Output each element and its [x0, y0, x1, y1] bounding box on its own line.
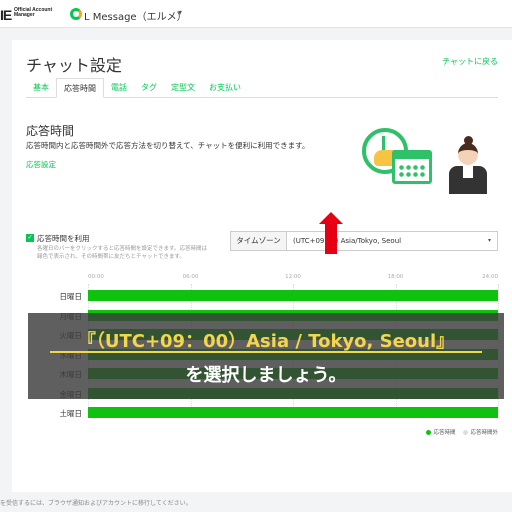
operator-avatar	[458, 143, 478, 165]
legend: 応答時間 応答時間外	[426, 428, 498, 436]
day-label: 土曜日	[59, 409, 83, 418]
schedule-hint: 各曜日のバーをクリックすると応答時間を設定できます。応答時間は 緑色で表示され、…	[37, 246, 207, 260]
legend-label: 応答時間	[433, 430, 456, 436]
day-hours-bar[interactable]	[88, 407, 498, 418]
caption-line-2: を選択しましょう。	[185, 365, 347, 386]
legend-item-on: 応答時間	[426, 428, 455, 436]
tutorial-caption: 『（UTC+09：00）Asia / Tokyo, Seoul』 を選択しましょ…	[28, 313, 504, 399]
response-settings-link[interactable]: 応答設定	[26, 159, 56, 170]
time-tick: 06:00	[182, 274, 199, 280]
red-arrow-shaft	[325, 222, 337, 254]
chevron-down-icon[interactable]: ▾	[488, 232, 491, 250]
tab-response-hours[interactable]: 応答時間	[56, 78, 104, 98]
legend-item-off: 応答時間外	[463, 428, 498, 436]
tab-basic[interactable]: 基本	[26, 78, 56, 98]
account-icon	[70, 8, 82, 20]
legend-label: 応答時間外	[470, 430, 498, 436]
footer-text: を受信するには、ブラウザ通知およびアカウントに移行してください。	[0, 500, 192, 507]
timezone-value[interactable]: (UTC+09:00) Asia/Tokyo, Seoul	[293, 232, 401, 250]
use-response-hours-label[interactable]: 応答時間を利用	[37, 233, 90, 244]
caption-underline	[50, 351, 482, 353]
use-response-hours-checkbox[interactable]: ✓	[26, 234, 34, 242]
tab-templates[interactable]: 定型文	[164, 78, 202, 98]
caption-line-1: 『（UTC+09：00）Asia / Tokyo, Seoul』	[77, 331, 455, 352]
page-title: チャット設定	[26, 56, 122, 75]
section-description: 応答時間内と応答時間外で応答方法を切り替えて、チャットを便利に利用できます。	[26, 141, 310, 150]
time-axis: 00:00 06:00 12:00 18:00 24:00	[88, 274, 498, 284]
chevron-down-icon[interactable]: ▾	[178, 8, 182, 17]
settings-card: チャット設定 チャットに戻る 基本 応答時間 電話 タグ 定型文 お支払い 応答…	[12, 40, 512, 492]
day-label: 日曜日	[59, 292, 83, 301]
tab-phone[interactable]: 電話	[104, 78, 134, 98]
time-tick: 12:00	[285, 274, 301, 280]
calendar-grid	[398, 164, 426, 178]
top-bar: IE Official Account Manager L Message（エル…	[0, 0, 512, 28]
day-hours-bar[interactable]	[88, 290, 498, 301]
tab-bar: 基本 応答時間 電話 タグ 定型文 お支払い	[26, 78, 498, 98]
tab-tags[interactable]: タグ	[134, 78, 164, 98]
timezone-select[interactable]: タイムゾーン (UTC+09:00) Asia/Tokyo, Seoul ▾	[230, 231, 498, 251]
time-tick: 18:00	[387, 274, 404, 280]
account-name[interactable]: L Message（エルメ）	[84, 8, 187, 23]
tab-payment[interactable]: お支払い	[202, 78, 248, 98]
operator-collar	[463, 166, 473, 178]
section-title: 応答時間	[26, 124, 75, 138]
timezone-label: タイムゾーン	[231, 232, 287, 250]
back-to-chat-link[interactable]: チャットに戻る	[442, 56, 498, 67]
time-tick: 24:00	[482, 274, 498, 280]
time-tick: 00:00	[88, 274, 104, 280]
logo-subtitle: Official Account Manager	[14, 7, 53, 18]
logo[interactable]: IE	[0, 7, 12, 23]
